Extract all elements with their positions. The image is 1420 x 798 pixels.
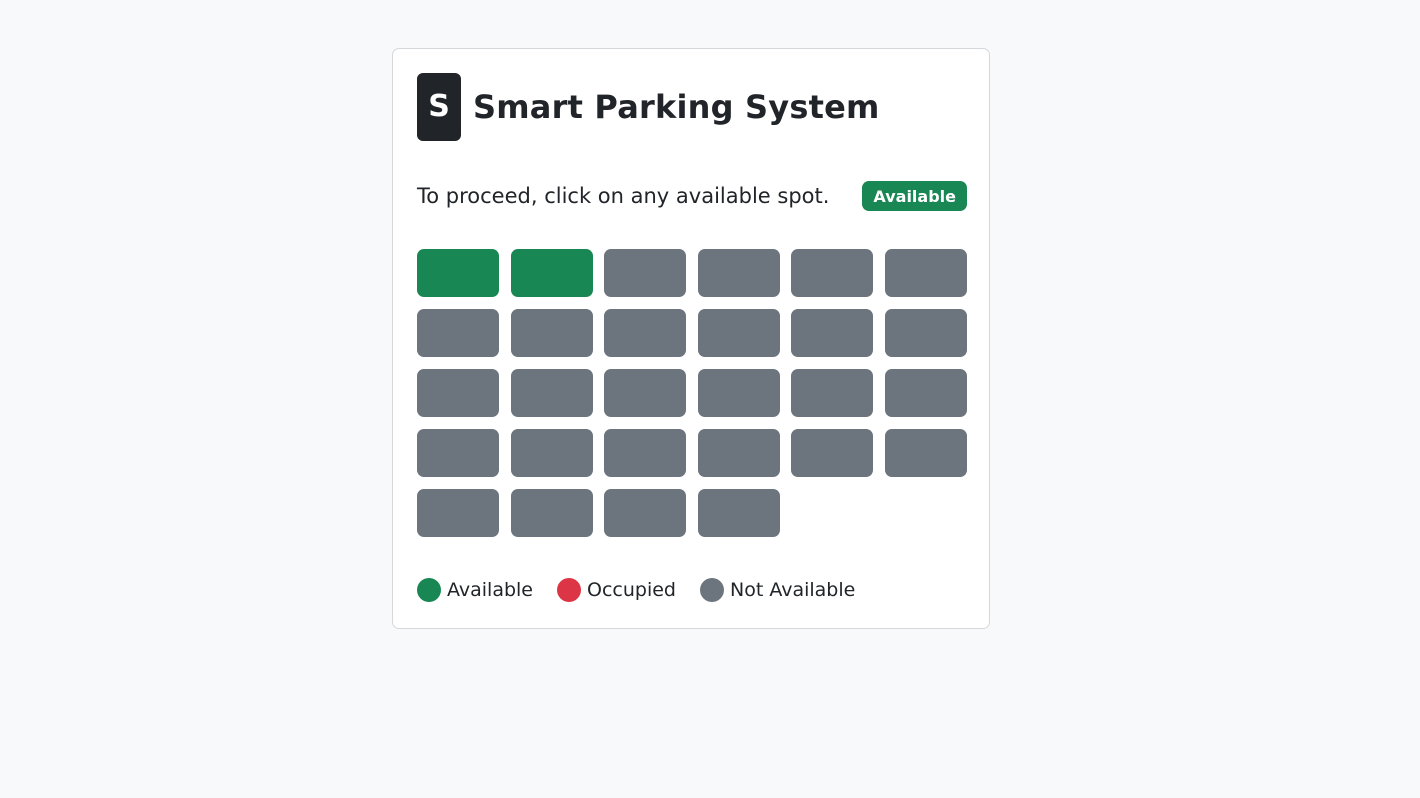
parking-spot-not-available <box>417 489 499 537</box>
parking-spot-grid <box>417 249 967 537</box>
green-dot-icon <box>417 578 441 602</box>
parking-spot-not-available <box>604 249 687 297</box>
parking-spot-not-available <box>697 369 780 417</box>
legend-item-occupied: Occupied <box>557 578 676 602</box>
status-badge: Available <box>862 181 967 211</box>
parking-spot-not-available <box>604 429 687 477</box>
parking-spot-not-available <box>884 249 967 297</box>
legend-item-available: Available <box>417 578 533 602</box>
parking-spot-not-available <box>884 369 967 417</box>
parking-spot-not-available <box>604 489 687 537</box>
parking-spot-available[interactable] <box>417 249 499 297</box>
page-title: Smart Parking System <box>473 88 880 126</box>
parking-spot-available[interactable] <box>510 249 593 297</box>
parking-spot-not-available <box>510 309 593 357</box>
parking-spot-not-available <box>791 429 874 477</box>
parking-spot-not-available <box>697 489 780 537</box>
parking-spot-not-available <box>510 369 593 417</box>
legend-item-not-available: Not Available <box>700 578 855 602</box>
parking-spot-not-available <box>697 309 780 357</box>
parking-card: S Smart Parking System To proceed, click… <box>392 48 990 629</box>
legend-label-available: Available <box>447 579 534 601</box>
legend-label-not-available: Not Available <box>730 579 856 601</box>
parking-spot-not-available <box>417 309 499 357</box>
parking-spot-not-available <box>884 429 967 477</box>
parking-spot-not-available <box>417 369 499 417</box>
parking-spot-not-available <box>884 309 967 357</box>
app-logo: S <box>417 73 461 141</box>
parking-spot-not-available <box>604 369 687 417</box>
parking-spot-not-available <box>604 309 687 357</box>
red-dot-icon <box>557 578 582 602</box>
legend: Available Occupied Not Available <box>417 577 879 603</box>
parking-spot-not-available <box>697 429 780 477</box>
parking-spot-not-available <box>417 429 499 477</box>
parking-spot-not-available <box>510 429 593 477</box>
card-header: S Smart Parking System <box>417 73 880 141</box>
legend-label-occupied: Occupied <box>587 579 676 601</box>
instruction-row: To proceed, click on any available spot.… <box>417 180 967 212</box>
parking-spot-not-available <box>791 369 874 417</box>
parking-spot-not-available <box>510 489 593 537</box>
gray-dot-icon <box>700 578 724 602</box>
parking-spot-not-available <box>791 249 874 297</box>
parking-spot-not-available <box>697 249 780 297</box>
parking-spot-not-available <box>791 309 874 357</box>
instruction-text: To proceed, click on any available spot. <box>417 184 830 208</box>
